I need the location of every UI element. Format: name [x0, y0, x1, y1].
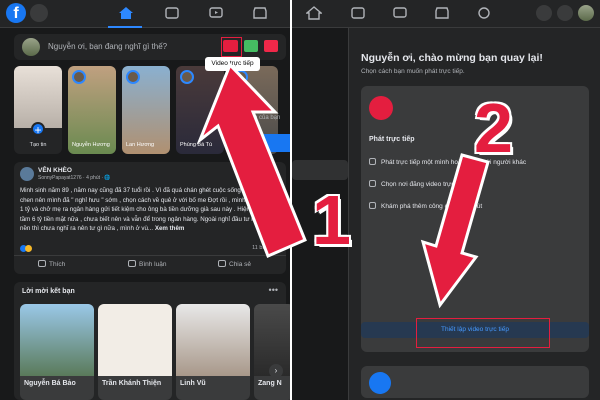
friend-photo [98, 304, 172, 376]
post-actions: Thích Bình luận Chia sẻ [14, 255, 286, 273]
avatar [22, 38, 40, 56]
top-navbar [292, 0, 600, 28]
friend-card[interactable]: Linh Vũ [176, 304, 250, 400]
story-name: Nguyễn Hương [72, 142, 110, 148]
friend-requests: Lời mời kết bạn ••• Nguyễn Bá Bảo Trần K… [14, 282, 290, 400]
more-options-icon[interactable]: ••• [269, 285, 278, 295]
live-option: Chọn nơi đăng video trực tiếp [369, 180, 467, 188]
friends-icon[interactable] [164, 6, 180, 20]
side-text: n của bạn [254, 115, 281, 121]
watch-icon[interactable] [208, 6, 224, 20]
share-button[interactable]: Chia sẻ [218, 260, 251, 268]
friend-photo [176, 304, 250, 376]
home-icon[interactable] [118, 6, 134, 20]
photo-icon[interactable] [244, 40, 258, 52]
more-options-icon[interactable]: ••• [270, 166, 278, 175]
welcome-title: Nguyễn ơi, chào mừng bạn quay lại! [361, 52, 543, 64]
comment-count[interactable]: 11 bình luận [252, 245, 282, 251]
annotation-number-one: 1 [312, 181, 351, 259]
story-card[interactable]: Nguyễn Hương [68, 66, 116, 154]
friend-card[interactable]: Trần Khánh Thiện [98, 304, 172, 400]
avatar [126, 70, 140, 84]
menu-grid-icon[interactable] [536, 5, 552, 21]
share-icon [218, 260, 226, 267]
setup-button-highlight-box [416, 318, 550, 348]
marketplace-icon[interactable] [434, 6, 450, 20]
friend-card[interactable]: Nguyễn Bá Bảo [20, 304, 94, 400]
composer-placeholder[interactable]: Nguyễn ơi, bạn đang nghĩ gì thế? [48, 42, 167, 51]
feed-post: VÊN KHÈO SonnyPapayat1276 · 4 phút · 🌐 •… [14, 162, 286, 274]
story-name: Phùng Bá Tú [180, 142, 213, 148]
groups-icon[interactable] [476, 6, 492, 20]
annotation-number-two: 2 [474, 89, 513, 167]
post-body: Minh sinh năm 89 , năm nay cũng đã 37 tu… [20, 187, 282, 233]
chevron-right-icon[interactable]: › [269, 364, 283, 378]
create-story-card[interactable]: + Tạo tin [14, 66, 62, 154]
create-story-photo [14, 66, 62, 128]
go-live-title: Phát trực tiếp [369, 136, 415, 143]
story-card[interactable]: Lan Hương [122, 66, 170, 154]
friends-icon[interactable] [350, 6, 366, 20]
facebook-logo[interactable]: f [6, 3, 26, 23]
post-meta: SonnyPapayat1276 · 4 phút · 🌐 [38, 175, 111, 181]
thumbs-up-icon [38, 260, 46, 267]
friend-name: Trần Khánh Thiện [102, 380, 162, 387]
story-card[interactable]: Phùng Bá Tú [176, 66, 224, 154]
notifications-icon[interactable] [557, 5, 573, 21]
like-button[interactable]: Thích [38, 260, 65, 268]
stories-row: + Tạo tin Nguyễn Hương Lan Hương Phùng B… [14, 66, 286, 158]
avatar[interactable] [578, 5, 594, 21]
live-video-tooltip: Video trực tiếp [205, 57, 260, 71]
friend-card[interactable]: Zang N [254, 304, 290, 400]
live-video-highlight-box [221, 37, 242, 57]
avatar [180, 70, 194, 84]
home-tab-indicator [108, 26, 142, 28]
create-story-label: Tạo tin [29, 142, 47, 148]
plus-icon[interactable]: + [31, 122, 45, 137]
comment-button[interactable]: Bình luận [128, 260, 166, 268]
feed-screen: f Nguyễn ơi, bạn đang nghĩ gì thế? + Tạo… [0, 0, 290, 400]
marketplace-icon[interactable] [252, 6, 268, 20]
live-option: Khám phá thêm công cụ để thu hút [369, 202, 482, 210]
welcome-subtitle: Chọn cách bạn muốn phát trực tiếp. [361, 68, 465, 75]
friend-name: Zang N [258, 380, 282, 387]
friend-name: Linh Vũ [180, 380, 206, 387]
search-icon[interactable] [30, 4, 48, 22]
top-navbar: f [0, 0, 290, 28]
comment-icon [128, 260, 136, 267]
reaction-summary[interactable]: 11 bình luận [20, 245, 282, 253]
avatar [234, 70, 248, 84]
calendar-icon[interactable] [369, 372, 391, 394]
home-icon[interactable] [305, 6, 323, 20]
reel-icon[interactable] [264, 40, 278, 52]
see-more-link[interactable]: Xem thêm [155, 225, 185, 232]
live-video-icon [369, 96, 393, 120]
haha-reaction-icon [25, 245, 32, 252]
calendar-icon [369, 180, 376, 187]
bottom-card [361, 366, 589, 398]
sidebar-item[interactable] [292, 160, 348, 180]
watch-icon[interactable] [392, 6, 408, 20]
post-author[interactable]: VÊN KHÈO [38, 167, 72, 174]
friend-requests-title: Lời mời kết bạn [22, 288, 75, 295]
people-icon [369, 158, 376, 165]
avatar[interactable] [20, 167, 34, 181]
side-button[interactable] [258, 134, 290, 152]
gear-icon [369, 202, 376, 209]
friend-photo [20, 304, 94, 376]
story-name: Lan Hương [126, 142, 155, 148]
friend-name: Nguyễn Bá Bảo [24, 380, 76, 387]
avatar [72, 70, 86, 84]
